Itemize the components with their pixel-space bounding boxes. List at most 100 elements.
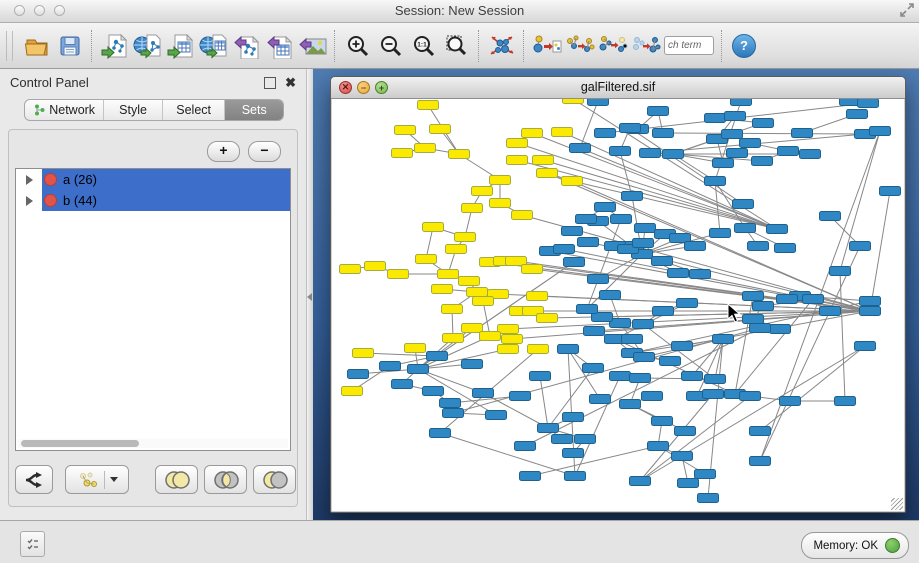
graph-node[interactable] <box>423 223 444 232</box>
graph-node[interactable] <box>430 429 451 438</box>
graph-node[interactable] <box>588 275 609 284</box>
graph-node[interactable] <box>595 129 616 138</box>
graph-node[interactable] <box>467 288 488 297</box>
graph-node[interactable] <box>860 297 881 306</box>
graph-edge[interactable] <box>540 376 548 428</box>
graph-node[interactable] <box>565 472 586 481</box>
graph-node[interactable] <box>770 325 791 334</box>
graph-node[interactable] <box>750 427 771 436</box>
graph-node[interactable] <box>743 292 764 301</box>
graph-node[interactable] <box>462 360 483 369</box>
graph-node[interactable] <box>710 229 731 238</box>
graph-node[interactable] <box>610 372 631 381</box>
graph-node[interactable] <box>443 409 464 418</box>
minimize-window-button[interactable] <box>34 5 45 16</box>
graph-node[interactable] <box>652 417 673 426</box>
graph-node[interactable] <box>552 128 573 137</box>
graph-node[interactable] <box>562 227 583 236</box>
graph-node[interactable] <box>522 129 543 138</box>
graph-node[interactable] <box>449 150 470 159</box>
graph-node[interactable] <box>622 335 643 344</box>
graph-node[interactable] <box>418 101 439 110</box>
graph-node[interactable] <box>563 99 584 104</box>
graph-node[interactable] <box>682 372 703 381</box>
graph-node[interactable] <box>432 285 453 294</box>
graph-node[interactable] <box>584 327 605 336</box>
graph-node[interactable] <box>563 413 584 422</box>
graph-node[interactable] <box>677 299 698 308</box>
graph-node[interactable] <box>653 129 674 138</box>
difference-button[interactable] <box>253 465 296 494</box>
graph-node[interactable] <box>395 126 416 135</box>
tab-network[interactable]: Network <box>25 100 104 120</box>
graph-node[interactable] <box>512 211 533 220</box>
graph-edge[interactable] <box>564 249 870 311</box>
graph-node[interactable] <box>570 144 591 153</box>
graph-node[interactable] <box>552 435 573 444</box>
graph-node[interactable] <box>507 139 528 148</box>
graph-edge[interactable] <box>643 324 715 379</box>
graph-node[interactable] <box>803 295 824 304</box>
graph-node[interactable] <box>630 477 651 486</box>
resize-grip[interactable] <box>891 498 903 510</box>
zoom-in-button[interactable] <box>341 29 374 63</box>
zoom-window-button[interactable] <box>54 5 65 16</box>
export-image-button[interactable] <box>296 29 329 63</box>
maximize-network-button[interactable]: + <box>375 81 388 94</box>
graph-node[interactable] <box>380 362 401 371</box>
graph-node[interactable] <box>731 99 752 106</box>
graph-edge[interactable] <box>640 378 715 379</box>
export-table-button[interactable] <box>263 29 296 63</box>
graph-node[interactable] <box>405 344 426 353</box>
graph-node[interactable] <box>388 270 409 279</box>
graph-node[interactable] <box>520 472 541 481</box>
graph-edge[interactable] <box>663 133 865 134</box>
graph-node[interactable] <box>440 399 461 408</box>
graph-node[interactable] <box>442 305 463 314</box>
graph-node[interactable] <box>640 149 661 158</box>
graph-node[interactable] <box>510 392 531 401</box>
graph-node[interactable] <box>778 147 799 156</box>
graph-node[interactable] <box>353 349 374 358</box>
graph-edge[interactable] <box>530 446 658 476</box>
graph-node[interactable] <box>648 442 669 451</box>
graph-node[interactable] <box>507 156 528 165</box>
graph-node[interactable] <box>780 397 801 406</box>
set-row-b[interactable]: b (44) <box>16 190 290 211</box>
close-panel-button[interactable]: ✖ <box>285 78 296 88</box>
zoom-out-button[interactable] <box>374 29 407 63</box>
zoom-actual-size-button[interactable]: 1:1 <box>407 29 440 63</box>
graph-edge[interactable] <box>760 246 860 461</box>
graph-node[interactable] <box>642 392 663 401</box>
graph-node[interactable] <box>722 130 743 139</box>
create-set-button[interactable] <box>65 465 129 494</box>
graph-node[interactable] <box>748 242 769 251</box>
graph-node[interactable] <box>348 370 369 379</box>
graph-node[interactable] <box>554 245 575 254</box>
graph-node[interactable] <box>713 335 734 344</box>
graph-node[interactable] <box>473 297 494 306</box>
graph-node[interactable] <box>590 395 611 404</box>
graph-node[interactable] <box>528 345 549 354</box>
graph-node[interactable] <box>462 204 483 213</box>
import-network-file-button[interactable] <box>98 29 131 63</box>
network-window-titlebar[interactable]: ✕ − + galFiltered.sif <box>331 77 905 99</box>
graph-node[interactable] <box>610 147 631 156</box>
graph-node[interactable] <box>600 291 621 300</box>
graph-edge[interactable] <box>363 353 437 356</box>
graph-node[interactable] <box>459 277 480 286</box>
graph-node[interactable] <box>595 203 616 212</box>
graph-node[interactable] <box>830 267 851 276</box>
graph-node[interactable] <box>690 270 711 279</box>
expander-icon[interactable] <box>26 175 33 185</box>
split-sets-button[interactable] <box>15 465 53 494</box>
graph-node[interactable] <box>575 435 596 444</box>
graph-node[interactable] <box>558 345 579 354</box>
graph-node[interactable] <box>753 119 774 128</box>
graph-node[interactable] <box>392 380 413 389</box>
open-session-button[interactable] <box>20 29 53 63</box>
add-set-button[interactable]: + <box>207 141 240 162</box>
graph-node[interactable] <box>703 390 724 399</box>
graph-node[interactable] <box>576 215 597 224</box>
dropdown-arrow-icon[interactable] <box>110 477 118 482</box>
